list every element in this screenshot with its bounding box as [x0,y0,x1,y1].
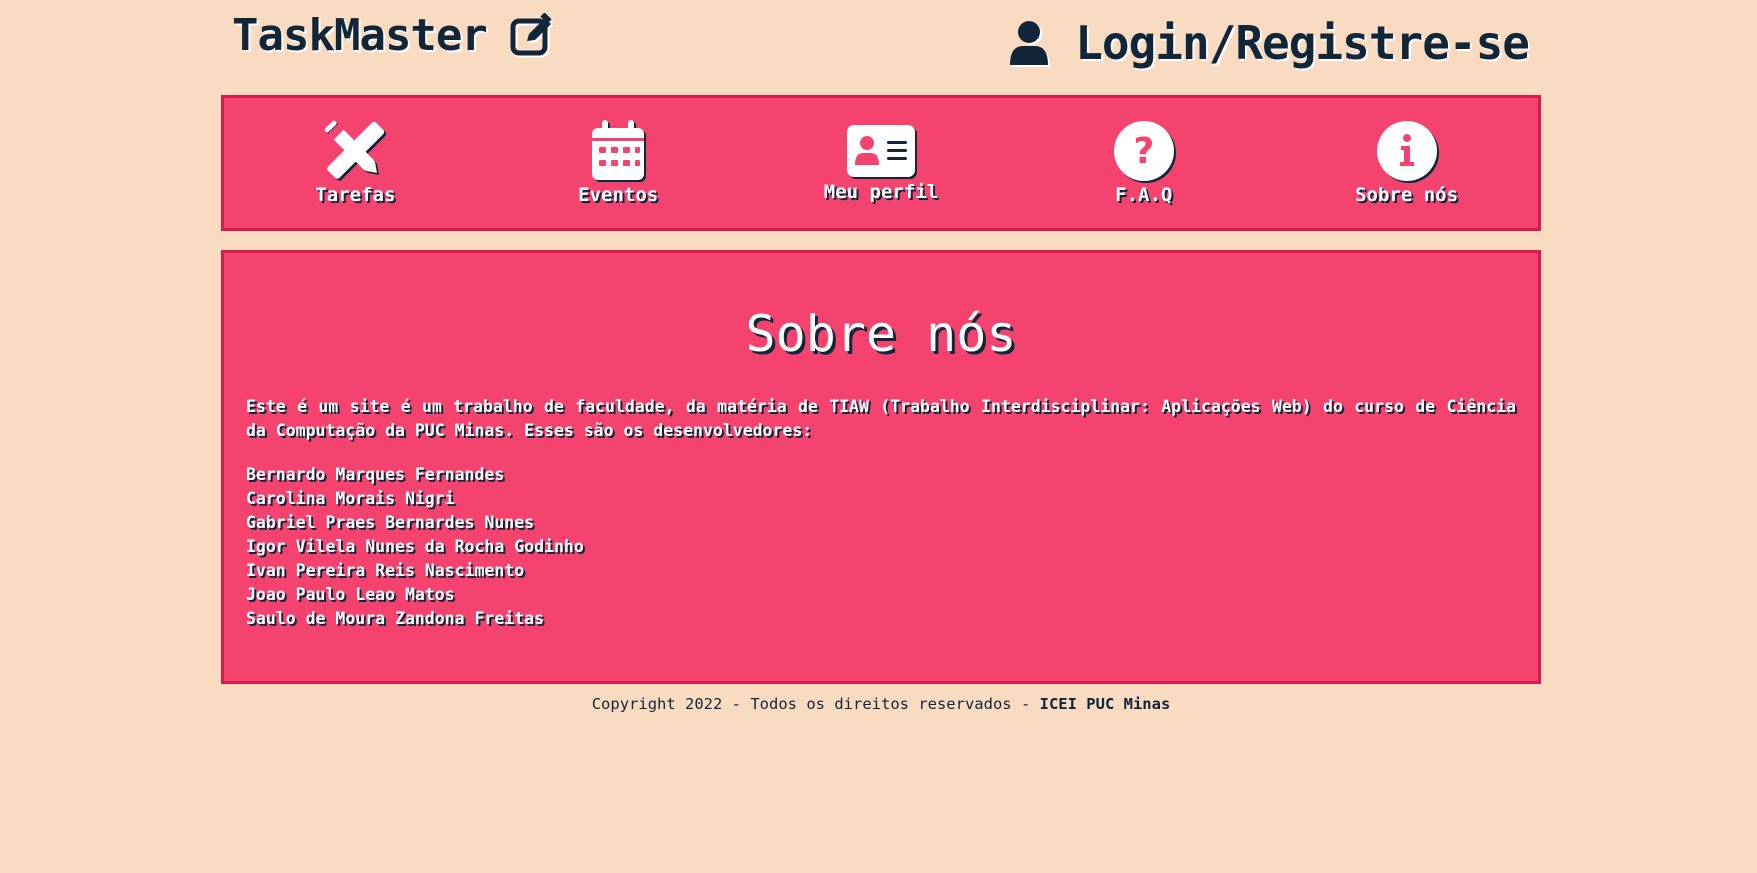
id-card-icon [846,125,915,177]
svg-text:?: ? [1133,131,1154,172]
list-item: Saulo de Moura Zandona Freitas [246,609,545,628]
nav-label: Sobre nós [1355,184,1459,206]
nav-item-eventos[interactable]: Eventos [518,120,718,206]
user-icon [1010,21,1049,65]
list-item: Igor Vilela Nunes da Rocha Godinho [246,537,584,556]
about-panel: Sobre nós Este é um site é um trabalho d… [221,250,1541,684]
edit-icon [510,12,552,55]
question-circle-icon: ? [1113,121,1174,181]
page-title: Sobre nós [745,305,1017,363]
list-item: Gabriel Praes Bernardes Nunes [246,513,535,532]
nav-item-tarefas[interactable]: Tarefas [255,120,455,206]
pencil-ruler-icon [325,120,385,179]
nav-label: Meu perfil [823,181,939,203]
nav-item-sobre-nos[interactable]: Sobre nós [1307,120,1507,206]
login-register-link[interactable]: Login/Registre-se [1009,16,1530,70]
header: TaskMaster Login/Registre-se [0,0,1757,90]
brand[interactable]: TaskMaster [232,10,555,61]
footer: Copyright 2022 - Todos os direitos reser… [221,695,1541,713]
copyright-text: Copyright 2022 - Todos os direitos reser… [591,695,1040,713]
nav-label: F.A.Q [1115,184,1173,206]
list-item: Bernardo Marques Fernandes [246,465,505,484]
intro-text: Este é um site é um trabalho de faculdad… [246,397,1516,440]
calendar-icon [592,120,645,180]
nav-item-meu-perfil[interactable]: Meu perfil [781,123,981,203]
nav-label: Tarefas [315,184,396,206]
developer-list: Bernardo Marques Fernandes Carolina Mora… [246,463,584,631]
nav-item-faq[interactable]: ? F.A.Q [1044,120,1244,206]
login-label: Login/Registre-se [1075,16,1530,70]
list-item: Joao Paulo Leao Matos [246,585,455,604]
nav-label: Eventos [578,184,659,206]
info-circle-icon [1376,121,1437,181]
list-item: Carolina Morais Nigri [246,489,455,508]
list-item: Ivan Pereira Reis Nascimento [246,561,525,580]
copyright-institution: ICEI PUC Minas [1039,695,1171,713]
main-nav: Tarefas Eventos Meu perfil ? F.A.Q Sobre… [221,95,1541,231]
brand-title: TaskMaster [232,10,488,61]
